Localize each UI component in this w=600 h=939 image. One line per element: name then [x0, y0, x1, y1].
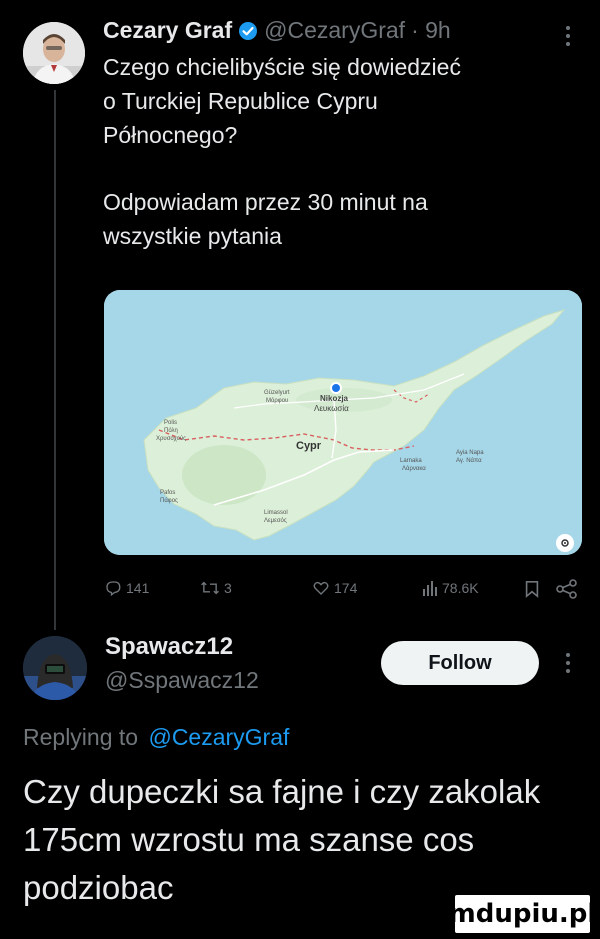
map-label-guzelyurt: Güzelyurt — [264, 390, 290, 396]
retweet-icon — [201, 581, 219, 595]
retweet-count: 3 — [224, 580, 232, 596]
verified-badge-icon — [238, 20, 258, 40]
map-label-cypr: Cypr — [296, 440, 322, 452]
heart-icon — [313, 581, 329, 595]
thread-line — [54, 90, 56, 630]
views-chart-icon — [423, 581, 437, 596]
tweet-body: Czego chcielibyście się dowiedzieć o Tur… — [103, 50, 583, 253]
like-count: 174 — [334, 580, 358, 596]
map-label-polis: Polis — [164, 420, 178, 426]
reply-author-handle[interactable]: @Sspawacz12 — [105, 667, 259, 694]
reply-avatar[interactable] — [23, 636, 87, 700]
map-label-larnaka: Larnaka — [400, 458, 422, 464]
reply-text-line: 175cm wzrostu ma szanse cos — [23, 821, 475, 858]
map-label-chrysochous: Χρυσοχούς — [156, 436, 187, 442]
map-label-limassol: Limassol — [264, 510, 288, 516]
reply-author-name[interactable]: Spawacz12 — [105, 633, 233, 661]
author-name[interactable]: Cezary Graf — [103, 17, 232, 44]
author-avatar[interactable] — [23, 22, 85, 84]
map-label-morfou: Μόρφου — [266, 398, 289, 404]
tweet-text-line: o Turckiej Republice Cypru — [103, 88, 378, 114]
tweet-text-line: Czego chcielibyście się dowiedzieć — [103, 54, 461, 80]
tweet-actions: 141 3 174 78.6K — [104, 575, 582, 603]
reply-body: Czy dupeczki sa fajne i czy zakolak 175c… — [23, 768, 583, 912]
tweet-map-image[interactable]: Nikozja Λευκωσία Güzelyurt Μόρφου Polis … — [104, 290, 582, 555]
bookmark-icon[interactable] — [524, 580, 540, 603]
more-options-icon[interactable] — [562, 24, 574, 48]
map-label-lemesos: Λεμεσός — [264, 518, 287, 524]
reply-action[interactable]: 141 — [104, 579, 149, 597]
map-label-pafos: Pafos — [160, 490, 176, 496]
map-label-larnaca-gr: Λάρνακα — [402, 466, 426, 472]
author-handle[interactable]: @CezaryGraf — [264, 17, 405, 44]
views-count: 78.6K — [442, 580, 479, 596]
reply-text-line: Czy dupeczki sa fajne i czy zakolak — [23, 773, 541, 810]
map-label-ayia-napa-gr: Αγ. Νάπα — [456, 458, 482, 464]
author-avatar-image — [23, 22, 85, 84]
reply-count: 141 — [126, 580, 150, 596]
like-action[interactable]: 174 — [312, 579, 357, 597]
tweet-time[interactable]: · 9h — [411, 17, 451, 44]
map-label-ayia-napa: Ayia Napa — [456, 450, 484, 456]
replying-to: Replying to @CezaryGraf — [23, 724, 289, 751]
map-locate-icon[interactable] — [556, 534, 574, 552]
tweet-text-line: wszystkie pytania — [103, 223, 282, 249]
retweet-action[interactable]: 3 — [200, 579, 232, 597]
map-label-lefkosia: Λευκωσία — [314, 404, 349, 413]
tweet-text-line: Odpowiadam przez 30 minut na — [103, 189, 428, 215]
map-label-nikozja: Nikozja — [320, 394, 349, 403]
reply-icon — [106, 581, 121, 597]
reply-more-options-icon[interactable] — [562, 651, 574, 675]
map-label-pafos-gr: Πάφος — [160, 498, 178, 504]
views-action[interactable]: 78.6K — [422, 579, 479, 597]
tweet-header: Cezary Graf @CezaryGraf · 9h — [103, 12, 583, 48]
replying-to-handle[interactable]: @CezaryGraf — [148, 724, 289, 750]
map-label-polis-gr: Πόλη — [164, 428, 178, 434]
replying-to-label: Replying to — [23, 724, 139, 750]
tweet-text-line: Północnego? — [103, 122, 238, 148]
reply-avatar-image — [23, 636, 87, 700]
site-watermark: mdupiu.pl — [449, 895, 596, 933]
follow-button[interactable]: Follow — [381, 641, 539, 685]
share-icon[interactable] — [556, 579, 578, 604]
